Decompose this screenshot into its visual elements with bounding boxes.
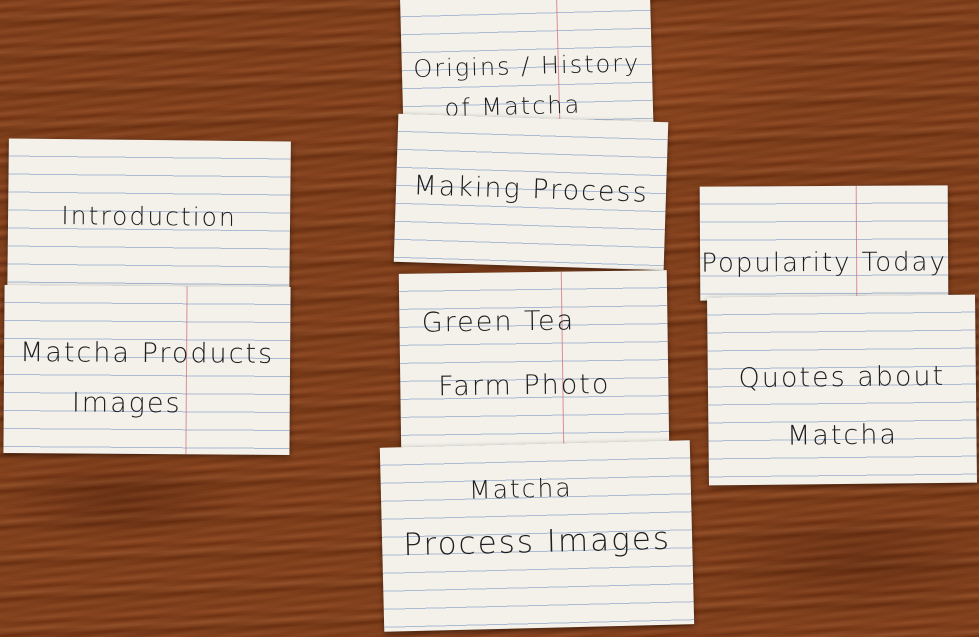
card-margin-line xyxy=(560,271,565,452)
card-quotes-about-matcha: Quotes about Matcha xyxy=(707,294,977,486)
card-making-process-text: Making Process xyxy=(412,170,650,209)
card-quotes-line2: Matcha xyxy=(786,419,899,452)
card-green-tea-farm: Green Tea Farm Photo xyxy=(398,270,670,454)
card-matcha-products-line2: Images xyxy=(71,387,182,420)
card-process-images-line2: Process Images xyxy=(402,520,672,564)
card-process-images-line1: Matcha xyxy=(468,473,573,505)
card-popularity-text: Popularity Today xyxy=(701,247,948,279)
card-popularity-today: Popularity Today xyxy=(699,185,949,301)
card-farm-line2: Farm Photo xyxy=(438,368,611,403)
card-making-process: Making Process xyxy=(393,113,669,271)
card-matcha-products-line1: Matcha Products xyxy=(19,337,275,370)
card-farm-line1: Green Tea xyxy=(421,305,576,339)
card-matcha-products: Matcha Products Images xyxy=(3,285,291,455)
card-quotes-line1: Quotes about xyxy=(738,360,946,395)
card-margin-line xyxy=(855,185,858,300)
card-origins-line1: Origins / History xyxy=(413,49,641,83)
card-matcha-process-images: Matcha Process Images xyxy=(379,440,695,632)
card-introduction-text: Introduction xyxy=(61,201,237,232)
wooden-table: Introduction Matcha Products Images Orig… xyxy=(0,0,979,637)
card-margin-line xyxy=(185,286,188,455)
